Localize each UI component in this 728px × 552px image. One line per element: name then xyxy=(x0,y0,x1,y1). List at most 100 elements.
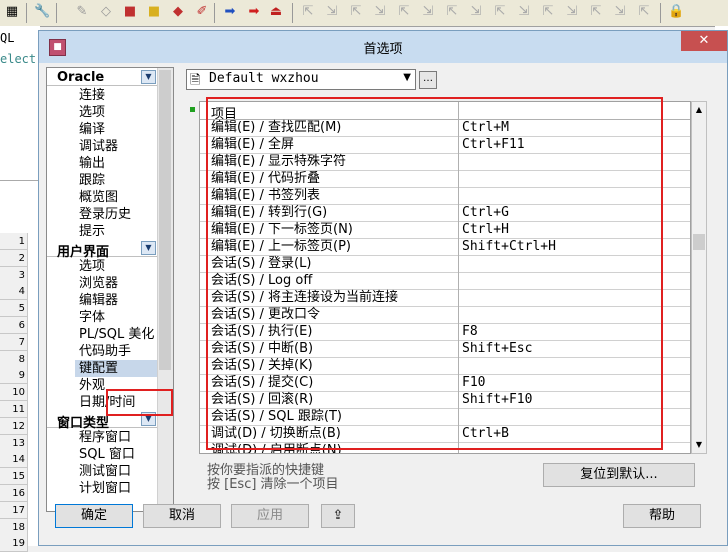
collapse-icon[interactable]: ▼ xyxy=(141,241,156,255)
tree-item[interactable]: 程序窗口 xyxy=(79,429,131,446)
select-keyword: elect xyxy=(0,52,37,66)
cube-icon[interactable]: ■ xyxy=(122,4,138,20)
debug-step-icon[interactable]: ⇱ xyxy=(444,4,460,20)
row-number: 18 xyxy=(0,518,28,536)
debug-step-icon[interactable]: ⇱ xyxy=(492,4,508,20)
tree-item[interactable]: 概览图 xyxy=(79,189,118,206)
profile-select[interactable]: 🗎 Default wxzhou ▼ xyxy=(186,69,416,90)
row-number: 7 xyxy=(0,333,28,351)
eraser-icon[interactable]: ✎ xyxy=(74,4,90,20)
profile-more-button[interactable]: … xyxy=(419,71,437,89)
close-button[interactable]: ✕ xyxy=(681,31,727,51)
tree-item[interactable]: 提示 xyxy=(79,223,105,240)
tree-scroll-thumb[interactable] xyxy=(159,70,171,370)
debug-step-icon[interactable]: ⇱ xyxy=(300,4,316,20)
tree-item[interactable]: 键配置 xyxy=(75,360,157,377)
help-button[interactable]: 帮助 xyxy=(623,504,701,528)
table-scroll-thumb[interactable] xyxy=(693,234,705,250)
row-number: 12 xyxy=(0,417,28,435)
debug-step-icon[interactable]: ⇲ xyxy=(324,4,340,20)
background-results-grid: 1 2 3 4 5 6 7 8 9 10 11 12 13 14 15 16 17 18 19 xyxy=(0,180,40,552)
row-number: 19 xyxy=(0,535,28,552)
tree-item[interactable]: 输出 xyxy=(79,155,105,172)
row-number: 4 xyxy=(0,283,28,301)
cancel-button[interactable]: 取消 xyxy=(143,504,221,528)
debug-step-icon[interactable]: ⇱ xyxy=(396,4,412,20)
tree-item[interactable]: 选项 xyxy=(79,258,105,275)
debug-step-icon[interactable]: ⇱ xyxy=(636,4,652,20)
tree-item[interactable]: 跟踪 xyxy=(79,172,105,189)
profile-value: Default wxzhou xyxy=(209,71,319,86)
row-number: 9 xyxy=(0,367,28,385)
debug-step-icon[interactable]: ⇱ xyxy=(588,4,604,20)
export-icon[interactable]: ⇪ xyxy=(321,504,355,528)
row-number: 3 xyxy=(0,266,28,284)
tree-item[interactable]: 调试器 xyxy=(79,138,118,155)
main-toolbar: ▦ 🔧 ✎ ◇ ■ ■ ◆ ✐ ➡ ➡ ⏏ ⇱ ⇲ ⇱ ⇲ ⇱ ⇲ ⇱ ⇲ ⇱ … xyxy=(0,0,728,27)
row-number: 13 xyxy=(0,434,28,452)
lock-icon[interactable]: 🔒 xyxy=(668,4,684,20)
wrench-icon[interactable]: 🔧 xyxy=(34,4,50,20)
debug-step-icon[interactable]: ⇱ xyxy=(540,4,556,20)
scroll-down-icon[interactable]: ▼ xyxy=(692,437,706,453)
tree-item[interactable]: 计划窗口 xyxy=(79,480,131,497)
category-header[interactable]: Oracle ▼ xyxy=(47,69,157,86)
collapse-icon[interactable]: ▼ xyxy=(141,70,156,84)
run-cube-icon[interactable]: ◆ xyxy=(170,4,186,20)
debug-step-icon[interactable]: ⇲ xyxy=(516,4,532,20)
toolbar-separator xyxy=(214,3,215,23)
debug-step-icon[interactable]: ⇲ xyxy=(420,4,436,20)
diamond-icon[interactable]: ◇ xyxy=(98,4,114,20)
debug-step-icon[interactable]: ⇲ xyxy=(468,4,484,20)
hint-clear: 按 [Esc] 清除一个项目 xyxy=(207,477,339,492)
dialog-titlebar: ■ 首选项 ✕ xyxy=(39,31,727,63)
row-number: 6 xyxy=(0,317,28,334)
category-label: Oracle xyxy=(57,70,105,85)
highlight-box-table xyxy=(206,97,663,450)
debug-step-icon[interactable]: ⇲ xyxy=(612,4,628,20)
tree-item[interactable]: 代码助手 xyxy=(79,343,131,360)
tree-item[interactable]: 登录历史 xyxy=(79,206,131,223)
brush-icon[interactable]: ✐ xyxy=(194,4,210,20)
dialog-title: 首选项 xyxy=(363,42,403,57)
row-number: 14 xyxy=(0,451,28,469)
tree-item[interactable]: 字体 xyxy=(79,309,105,326)
debug-step-icon[interactable]: ⇲ xyxy=(372,4,388,20)
toolbar-separator xyxy=(26,3,27,23)
ok-button[interactable]: 确定 xyxy=(55,504,133,528)
row-number: 5 xyxy=(0,300,28,318)
scroll-up-icon[interactable]: ▲ xyxy=(692,102,706,118)
table-scrollbar[interactable]: ▲ ▼ xyxy=(691,101,707,454)
row-number: 10 xyxy=(0,384,28,402)
tree-item[interactable]: 编译 xyxy=(79,121,105,138)
category-tree[interactable]: Oracle ▼ 连接 选项 编译 调试器 输出 跟踪 概览图 登录历史 提示 用户界面 ▼ 选项 浏览器编… xyxy=(46,67,174,512)
sql-label: QL xyxy=(0,31,15,45)
grid-icon[interactable]: ▦ xyxy=(4,4,20,20)
tree-item[interactable]: 测试窗口 xyxy=(79,463,131,480)
profile-icon: 🗎 xyxy=(190,73,201,88)
debug-step-icon[interactable]: ⇲ xyxy=(564,4,580,20)
arrow-right-blue-icon[interactable]: ➡ xyxy=(222,4,238,20)
apply-button[interactable]: 应用 xyxy=(231,504,309,528)
arrow-right-red-icon[interactable]: ➡ xyxy=(246,4,262,20)
debug-step-icon[interactable]: ⇱ xyxy=(348,4,364,20)
tree-item[interactable]: 选项 xyxy=(79,104,105,121)
tree-item[interactable]: 连接 xyxy=(79,87,105,104)
row-number: 15 xyxy=(0,468,28,486)
yellow-cube-icon[interactable]: ■ xyxy=(146,4,162,20)
tree-item[interactable]: 浏览器 xyxy=(79,275,118,292)
reset-default-button[interactable]: 复位到默认... xyxy=(543,463,695,487)
highlight-box-keyconfig xyxy=(106,389,173,416)
tree-item[interactable]: PL/SQL 美化 xyxy=(79,326,154,343)
row-number: 1 xyxy=(0,233,28,250)
chevron-down-icon: ▼ xyxy=(403,72,411,83)
category-header[interactable]: 用户界面 ▼ xyxy=(47,240,157,260)
preferences-dialog: ■ 首选项 ✕ Oracle ▼ 连接 选项 编译 调试器 输出 跟踪 概览图 登录历史 提示 用户界… xyxy=(38,30,728,546)
row-number: 16 xyxy=(0,485,28,502)
row-number: 2 xyxy=(0,249,28,267)
stop-icon[interactable]: ⏏ xyxy=(268,4,284,20)
tree-item[interactable]: 外观 xyxy=(79,377,105,394)
tree-scrollbar[interactable] xyxy=(157,68,173,511)
tree-item[interactable]: 编辑器 xyxy=(79,292,118,309)
tree-item[interactable]: SQL 窗口 xyxy=(79,446,135,463)
